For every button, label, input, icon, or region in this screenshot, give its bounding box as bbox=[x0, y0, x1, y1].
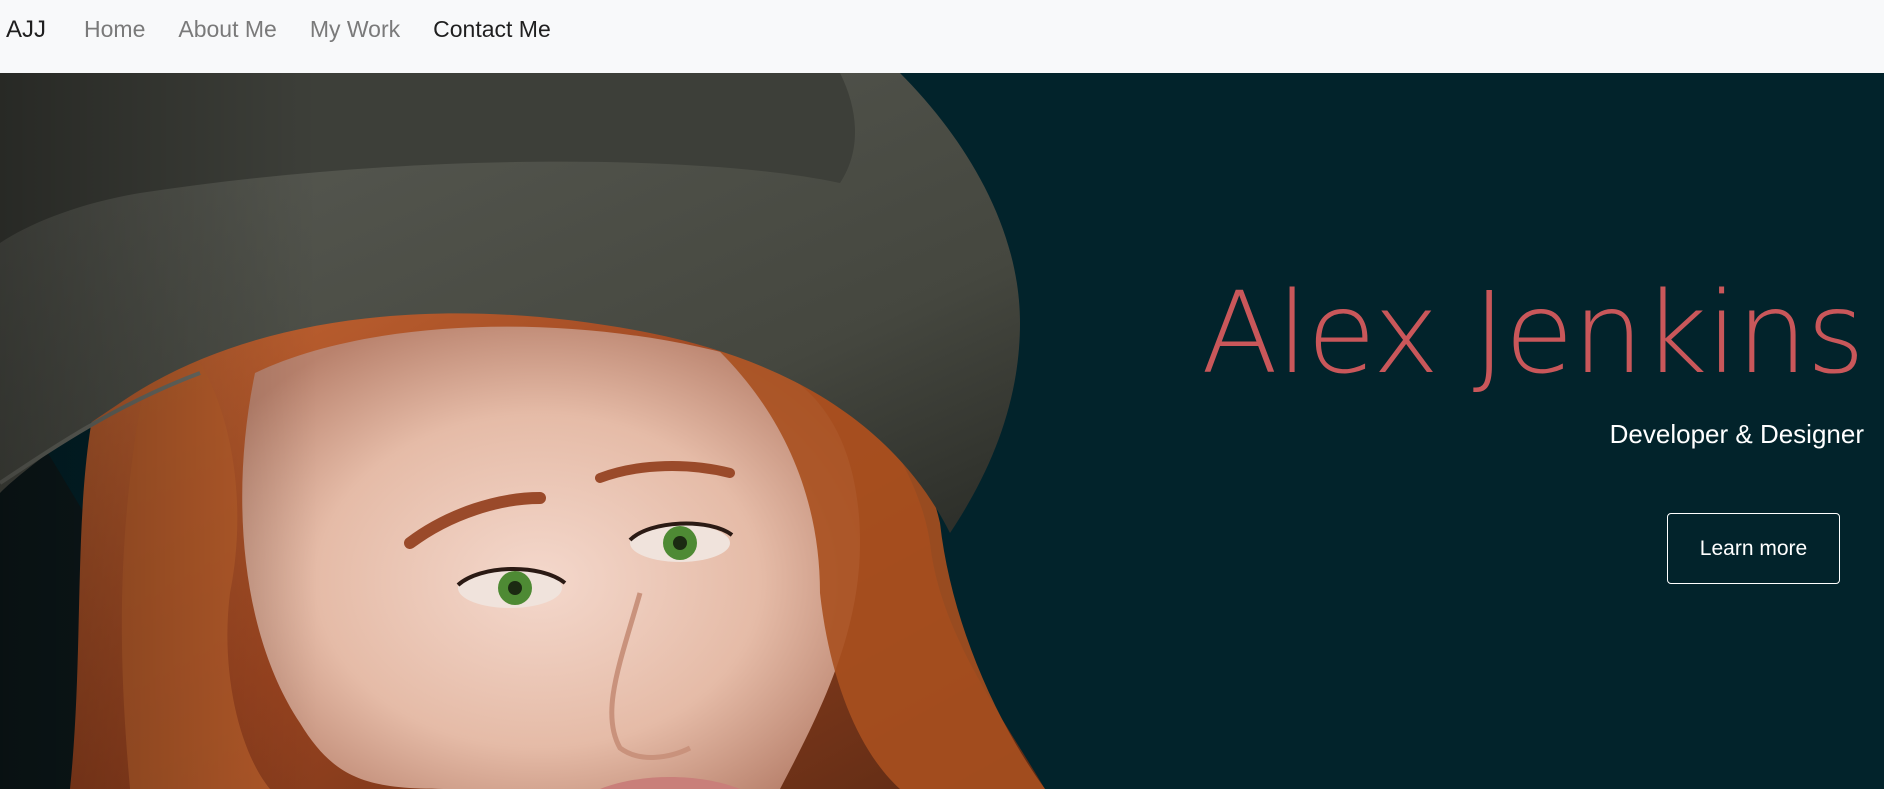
hero-section: Alex Jenkins Developer & Designer Learn … bbox=[0, 73, 1884, 789]
brand-logo[interactable]: AJJ bbox=[6, 16, 46, 44]
top-navbar: AJJ Home About Me My Work Contact Me bbox=[0, 0, 1884, 73]
hero-name: Alex Jenkins bbox=[1201, 269, 1865, 399]
learn-more-button[interactable]: Learn more bbox=[1667, 513, 1840, 584]
nav-link-contact-me[interactable]: Contact Me bbox=[433, 16, 551, 43]
nav-link-my-work[interactable]: My Work bbox=[310, 16, 400, 43]
nav-link-home[interactable]: Home bbox=[84, 16, 145, 43]
nav-link-about-me[interactable]: About Me bbox=[178, 16, 276, 43]
portrait-photo bbox=[0, 73, 1060, 789]
hero-subtitle: Developer & Designer bbox=[1609, 419, 1864, 449]
